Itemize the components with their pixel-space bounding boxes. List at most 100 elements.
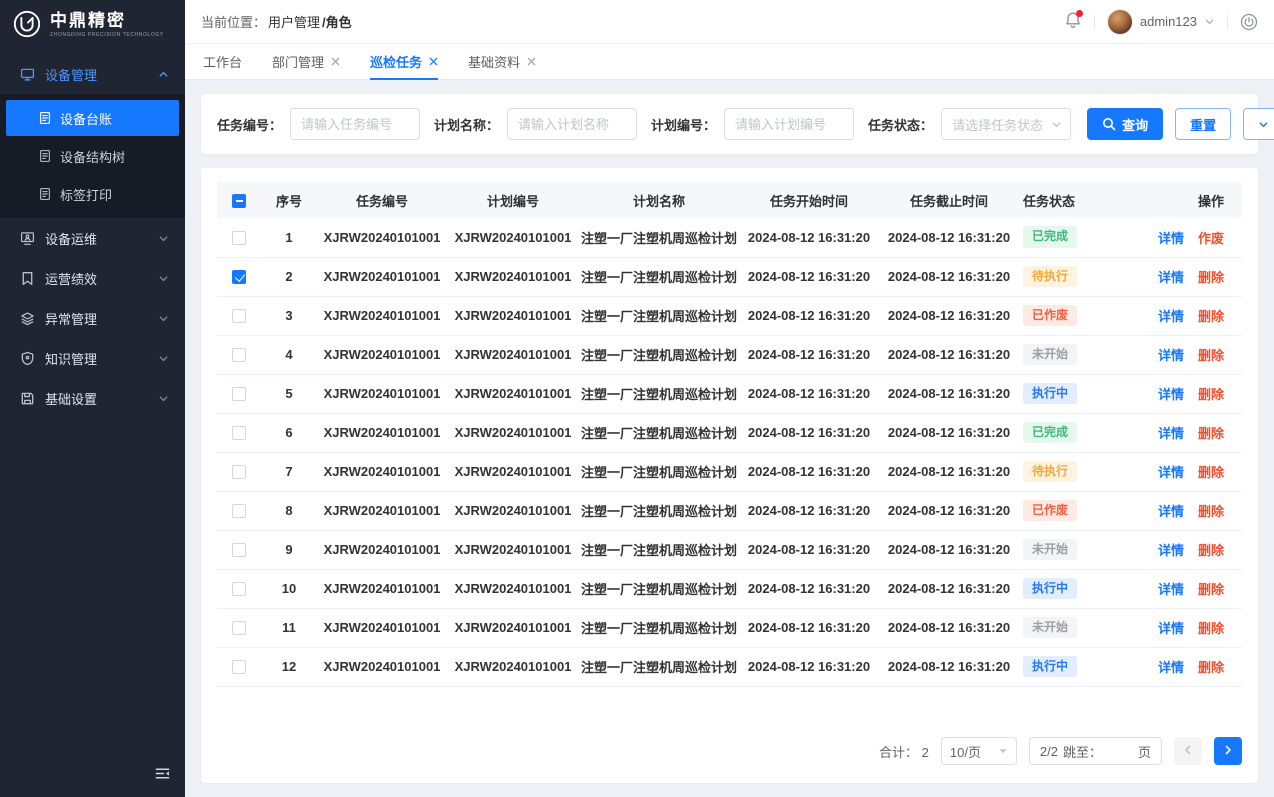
plan-name-cell: 注塑一厂注塑机周巡检计划 — [579, 530, 739, 569]
monitor-icon — [20, 67, 35, 82]
start-time-cell: 2024-08-12 16:31:20 — [739, 491, 879, 530]
delete-link[interactable]: 删除 — [1198, 309, 1224, 324]
delete-link[interactable]: 删除 — [1198, 270, 1224, 285]
page-size-select[interactable]: 10/页 — [941, 737, 1017, 765]
actions-cell: 详情作废 — [1131, 218, 1242, 257]
actions-cell: 详情删除 — [1131, 374, 1242, 413]
task-no-cell: XJRW20240101001 — [317, 296, 447, 335]
expand-button[interactable]: 展开 — [1243, 108, 1274, 140]
detail-link[interactable]: 详情 — [1158, 387, 1184, 402]
sidebar-item-device-structure-tree[interactable]: 设备结构树 — [6, 138, 179, 174]
status-cell: 已作废 — [1019, 491, 1131, 530]
breadcrumb-label: 当前位置： — [201, 12, 266, 31]
detail-link[interactable]: 详情 — [1158, 660, 1184, 675]
row-checkbox[interactable] — [232, 465, 246, 479]
chevron-down-icon — [1258, 119, 1269, 130]
status-cell: 未开始 — [1019, 530, 1131, 569]
notification-button[interactable] — [1064, 11, 1082, 32]
collapse-sidebar-icon[interactable] — [154, 765, 171, 785]
search-button[interactable]: 查询 — [1087, 108, 1163, 140]
row-checkbox[interactable] — [232, 387, 246, 401]
row-checkbox[interactable] — [232, 348, 246, 362]
close-icon[interactable] — [527, 57, 536, 66]
ops-icon — [20, 231, 35, 246]
row-select-cell — [217, 569, 261, 608]
tab-department-management[interactable]: 部门管理 — [272, 44, 340, 80]
user-menu[interactable]: admin123 — [1107, 9, 1215, 35]
divider — [1227, 15, 1228, 29]
plan-no-cell: XJRW20240101001 — [447, 491, 579, 530]
sidebar-item-device-operations[interactable]: 设备运维 — [0, 218, 185, 258]
detail-link[interactable]: 详情 — [1158, 465, 1184, 480]
actions-cell: 详情删除 — [1131, 296, 1242, 335]
delete-link[interactable]: 删除 — [1198, 504, 1224, 519]
logout-power-button[interactable] — [1240, 13, 1258, 31]
reset-button[interactable]: 重置 — [1175, 108, 1231, 140]
detail-link[interactable]: 详情 — [1158, 504, 1184, 519]
task-no-input[interactable] — [290, 108, 420, 140]
task-status-select[interactable]: 请选择任务状态 — [941, 108, 1071, 140]
task-no-cell: XJRW20240101001 — [317, 257, 447, 296]
delete-link[interactable]: 删除 — [1198, 543, 1224, 558]
detail-link[interactable]: 详情 — [1158, 426, 1184, 441]
detail-link[interactable]: 详情 — [1158, 621, 1184, 636]
detail-link[interactable]: 详情 — [1158, 309, 1184, 324]
row-checkbox[interactable] — [232, 621, 246, 635]
tab-workbench[interactable]: 工作台 — [203, 44, 242, 80]
delete-link[interactable]: 删除 — [1198, 387, 1224, 402]
delete-link[interactable]: 删除 — [1198, 465, 1224, 480]
seq-cell: 8 — [261, 491, 317, 530]
row-checkbox[interactable] — [232, 543, 246, 557]
sidebar-item-device-ledger[interactable]: 设备台账 — [6, 100, 179, 136]
delete-link[interactable]: 删除 — [1198, 660, 1224, 675]
detail-link[interactable]: 详情 — [1158, 348, 1184, 363]
row-checkbox[interactable] — [232, 660, 246, 674]
sidebar-item-exception-management[interactable]: 异常管理 — [0, 298, 185, 338]
seq-cell: 6 — [261, 413, 317, 452]
sidebar-item-knowledge-management[interactable]: 知识管理 — [0, 338, 185, 378]
void-link[interactable]: 作废 — [1198, 231, 1224, 246]
detail-link[interactable]: 详情 — [1158, 582, 1184, 597]
select-all-checkbox[interactable] — [232, 194, 246, 208]
tab-basic-data[interactable]: 基础资料 — [468, 44, 536, 80]
sidebar-item-operation-performance[interactable]: 运营绩效 — [0, 258, 185, 298]
close-icon[interactable] — [429, 57, 438, 66]
row-checkbox[interactable] — [232, 309, 246, 323]
notification-badge — [1076, 10, 1083, 17]
close-icon[interactable] — [331, 57, 340, 66]
plan-no-cell: XJRW20240101001 — [447, 296, 579, 335]
detail-link[interactable]: 详情 — [1158, 543, 1184, 558]
start-time-cell: 2024-08-12 16:31:20 — [739, 530, 879, 569]
row-checkbox[interactable] — [232, 504, 246, 518]
prev-page-button[interactable] — [1174, 737, 1202, 765]
tab-label: 工作台 — [203, 52, 242, 71]
status-cell: 已作废 — [1019, 296, 1131, 335]
row-checkbox[interactable] — [232, 582, 246, 596]
jump-page-input[interactable] — [1107, 744, 1133, 759]
status-badge: 待执行 — [1023, 266, 1077, 288]
next-page-button[interactable] — [1214, 737, 1242, 765]
doc-icon — [38, 187, 52, 201]
row-checkbox[interactable] — [232, 426, 246, 440]
detail-link[interactable]: 详情 — [1158, 270, 1184, 285]
select-all-header-cell — [217, 182, 261, 218]
end-time-cell: 2024-08-12 16:31:20 — [879, 335, 1019, 374]
delete-link[interactable]: 删除 — [1198, 348, 1224, 363]
filter-label: 计划编号： — [651, 115, 716, 134]
row-checkbox[interactable] — [232, 270, 246, 284]
delete-link[interactable]: 删除 — [1198, 582, 1224, 597]
delete-link[interactable]: 删除 — [1198, 426, 1224, 441]
end-time-cell: 2024-08-12 16:31:20 — [879, 257, 1019, 296]
filter-field-plan-name: 计划名称： — [434, 108, 637, 140]
sidebar-item-basic-settings[interactable]: 基础设置 — [0, 378, 185, 418]
sidebar-item-label-printing[interactable]: 标签打印 — [6, 176, 179, 212]
table-row: 11XJRW20240101001XJRW20240101001注塑一厂注塑机周… — [217, 608, 1242, 647]
plan-name-input[interactable] — [507, 108, 637, 140]
sidebar-item-device-management[interactable]: 设备管理 — [0, 54, 185, 94]
delete-link[interactable]: 删除 — [1198, 621, 1224, 636]
plan-no-input[interactable] — [724, 108, 854, 140]
detail-link[interactable]: 详情 — [1158, 231, 1184, 246]
plan-name-cell: 注塑一厂注塑机周巡检计划 — [579, 491, 739, 530]
row-checkbox[interactable] — [232, 231, 246, 245]
tab-inspection-task[interactable]: 巡检任务 — [370, 44, 438, 80]
